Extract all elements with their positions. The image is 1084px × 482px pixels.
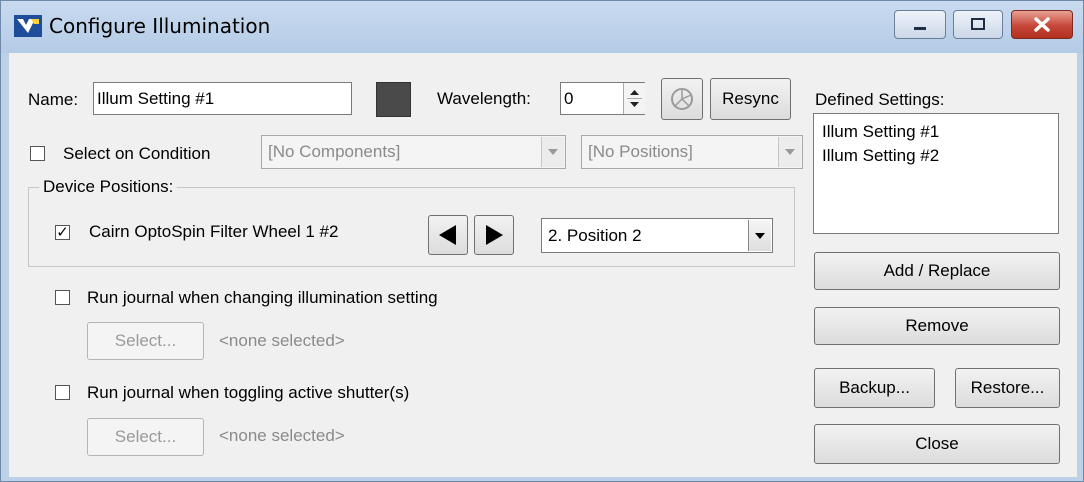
left-arrow-icon [439,225,456,245]
journal-change-label: Run journal when changing illumination s… [87,288,438,307]
defined-settings-label: Defined Settings: [815,90,945,109]
chevron-down-icon [541,137,564,167]
minimize-icon [914,27,926,30]
color-wheel-icon [671,88,693,110]
remove-button[interactable]: Remove [814,307,1060,345]
journal-change-selection: <none selected> [219,331,345,350]
configure-illumination-window: Configure Illumination Name: Illum Setti… [0,0,1084,482]
wavelength-spinner[interactable] [623,83,645,114]
restore-button[interactable]: Restore... [955,368,1060,408]
title-bar[interactable]: Configure Illumination [1,1,1083,53]
list-item[interactable]: Illum Setting #2 [822,144,1058,168]
right-arrow-icon [486,225,503,245]
close-window-button[interactable] [1011,10,1073,39]
chevron-down-icon [748,220,771,251]
chevron-down-icon [778,137,801,167]
components-dropdown[interactable]: [No Components] [261,135,566,169]
maximize-button[interactable] [953,10,1003,39]
device-checkbox[interactable]: ✓ [55,225,70,240]
journal-shutter-label: Run journal when toggling active shutter… [87,383,410,402]
positions-value: [No Positions] [588,142,693,161]
checkmark-icon: ✓ [56,224,69,241]
journal-change-checkbox[interactable] [55,290,70,305]
window-title: Configure Illumination [49,14,271,38]
previous-position-button[interactable] [428,215,468,255]
resync-button[interactable]: Resync [710,78,791,120]
select-on-condition-checkbox[interactable] [30,146,45,161]
journal-shutter-selection: <none selected> [219,426,345,445]
next-position-button[interactable] [474,215,514,255]
list-item[interactable]: Illum Setting #1 [822,120,1058,144]
positions-dropdown[interactable]: [No Positions] [581,135,803,169]
close-icon [1034,17,1050,32]
name-label: Name: [28,90,79,109]
components-value: [No Components] [268,142,401,161]
journal-shutter-checkbox[interactable] [55,385,70,400]
wavelength-label: Wavelength: [437,89,531,108]
spinner-arrows-icon [627,90,642,107]
maximize-icon [971,18,985,30]
close-button[interactable]: Close [814,424,1060,464]
backup-button[interactable]: Backup... [814,368,935,408]
position-value: 2. Position 2 [548,225,642,245]
journal-change-select-button[interactable]: Select... [87,322,204,360]
journal-shutter-select-button[interactable]: Select... [87,418,204,456]
defined-settings-list[interactable]: Illum Setting #1 Illum Setting #2 [813,113,1059,234]
app-logo-icon [14,15,42,37]
wavelength-value: 0 [564,88,574,108]
position-dropdown[interactable]: 2. Position 2 [541,218,773,253]
dialog-body: Name: Illum Setting #1 Wavelength: 0 Res… [9,53,1077,477]
minimize-button[interactable] [894,10,946,39]
select-on-condition-label: Select on Condition [63,144,211,163]
wavelength-color-button[interactable] [661,78,703,120]
name-input[interactable]: Illum Setting #1 [93,82,352,115]
add-replace-button[interactable]: Add / Replace [814,252,1060,290]
device-label: Cairn OptoSpin Filter Wheel 1 #2 [89,222,339,241]
color-swatch[interactable] [376,82,411,117]
device-positions-label: Device Positions: [39,177,178,197]
